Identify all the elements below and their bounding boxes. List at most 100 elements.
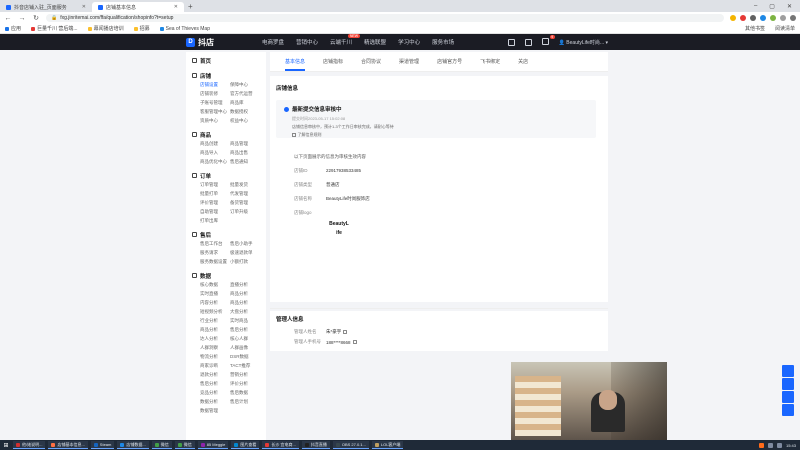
sidebar-item[interactable]: 店铺设置 xyxy=(200,82,230,88)
sidebar-item[interactable]: 行业分析 xyxy=(200,318,230,324)
minimize-icon[interactable]: – xyxy=(754,3,757,9)
sidebar-item[interactable]: 退款分析 xyxy=(200,372,230,378)
tray-icon[interactable] xyxy=(767,442,773,448)
sidebar-item[interactable]: TACT推荐 xyxy=(230,363,260,369)
taskbar-item[interactable]: 85 Meggie xyxy=(197,441,229,449)
sidebar-item[interactable]: 客服管理中心 xyxy=(200,109,230,115)
taskbar-item[interactable]: 长沙 宜电商... xyxy=(262,441,299,449)
main-tab[interactable]: 飞书绑定 xyxy=(471,52,509,72)
close-icon[interactable]: ✕ xyxy=(82,4,86,10)
main-tab[interactable]: 合同协议 xyxy=(352,52,390,72)
main-tab[interactable]: 店铺官方号 xyxy=(428,52,471,72)
url-input[interactable]: 🔒 fxg.jinritemai.com/ffa/qualification/s… xyxy=(46,14,724,22)
sidebar-item[interactable]: 评价管理 xyxy=(200,200,230,206)
taskbar-item[interactable]: 店铺基本信息... xyxy=(48,441,88,449)
menu-icon[interactable] xyxy=(790,15,796,21)
sidebar-item[interactable]: 内容分析 xyxy=(200,300,230,306)
sidebar-item[interactable]: 订单管理 xyxy=(200,182,230,188)
sidebar-item[interactable]: 极速退款单 xyxy=(230,250,260,256)
sidebar-item[interactable]: 服务请求 xyxy=(200,250,230,256)
taskbar-item[interactable]: 他/她说明... xyxy=(13,441,46,449)
review-rules-link[interactable]: 了解信息规则 xyxy=(292,132,588,138)
phone-icon[interactable] xyxy=(507,38,515,46)
forward-icon[interactable]: → xyxy=(18,15,26,22)
star-icon[interactable] xyxy=(730,15,736,21)
browser-tab-2[interactable]: 店铺基本信息 ✕ xyxy=(92,2,184,12)
reading-list[interactable]: 阅读清单 xyxy=(775,25,795,32)
sidebar-item[interactable]: 售后数据 xyxy=(230,390,260,396)
sidebar-item[interactable]: 售后小助手 xyxy=(230,241,260,247)
profile-icon[interactable] xyxy=(780,15,786,21)
main-tab[interactable]: 渠道管理 xyxy=(390,52,428,72)
back-icon[interactable]: ← xyxy=(4,15,12,22)
sidebar-item[interactable]: 服务数据设置 xyxy=(200,259,230,265)
sidebar-group-title[interactable]: 店铺 xyxy=(192,71,266,80)
sidebar-item[interactable]: 人群洞察 xyxy=(200,345,230,351)
sidebar-item[interactable]: 核心人群 xyxy=(230,336,260,342)
sidebar-item[interactable]: 数据管理 xyxy=(200,408,230,414)
ime-icon[interactable] xyxy=(758,442,764,448)
topnav-item[interactable]: 学习中心 xyxy=(398,38,420,46)
sidebar-item[interactable]: 售后分析 xyxy=(200,381,230,387)
sidebar-item[interactable]: 权益中心 xyxy=(230,118,260,124)
extension-icon[interactable] xyxy=(760,15,766,21)
message-button[interactable]: 9 xyxy=(541,34,555,47)
taskbar-item[interactable]: LOL客户端 xyxy=(371,441,404,449)
edit-icon[interactable] xyxy=(352,340,357,344)
sidebar-item[interactable]: 批量打单 xyxy=(200,191,230,197)
extension-icon[interactable] xyxy=(740,15,746,21)
taskbar-item[interactable]: 图片查看 xyxy=(231,441,260,449)
bookmark-item[interactable]: Sea of Thieves Map xyxy=(159,26,210,32)
topnav-item[interactable]: 服务市场 xyxy=(432,38,454,46)
browser-tab-1[interactable]: 抖音店铺入驻_页面服务 ✕ xyxy=(0,2,92,12)
sidebar-item[interactable]: 资质中心 xyxy=(200,118,230,124)
sidebar-item[interactable]: 大盘分析 xyxy=(230,309,260,315)
float-help-button[interactable] xyxy=(782,391,794,403)
sidebar-item[interactable]: 商品管理 xyxy=(230,141,260,147)
sidebar-item[interactable]: 商品出售 xyxy=(230,150,260,156)
sidebar-item[interactable]: 商品分析 xyxy=(200,327,230,333)
main-tab[interactable]: 关店 xyxy=(509,52,537,72)
topnav-item-qianchuan[interactable]: 云端千川 NEW xyxy=(330,34,361,46)
sidebar-group-title[interactable]: 售后 xyxy=(192,230,266,239)
sidebar-item[interactable]: 评价分析 xyxy=(230,381,260,387)
sidebar-item[interactable]: 备货管理 xyxy=(230,200,260,206)
sidebar-item[interactable]: 达人分析 xyxy=(200,336,230,342)
volume-icon[interactable] xyxy=(776,442,782,448)
windows-start-icon[interactable]: ⊞ xyxy=(2,441,10,449)
extension-icon[interactable] xyxy=(750,15,756,21)
sidebar-item[interactable]: DSR数据 xyxy=(230,354,260,360)
sidebar-item[interactable]: 商品分析 xyxy=(230,291,260,297)
taskbar-item[interactable]: Steam xyxy=(90,441,115,449)
sidebar-item[interactable]: 自助管理 xyxy=(200,209,230,215)
sidebar-item[interactable]: 物流分析 xyxy=(200,354,230,360)
sidebar-item[interactable]: 小额打款 xyxy=(230,259,260,265)
reload-icon[interactable]: ↻ xyxy=(32,14,40,22)
sidebar-item[interactable]: 商品分析 xyxy=(230,300,260,306)
sidebar-item[interactable]: 售后计划 xyxy=(230,399,260,405)
float-service-button[interactable] xyxy=(782,365,794,377)
main-tab[interactable]: 基本信息 xyxy=(276,52,314,72)
bookmark-item[interactable]: 幕闻播店培训 xyxy=(87,25,124,32)
sidebar-item[interactable]: 核心数据 xyxy=(200,282,230,288)
float-feedback-button[interactable] xyxy=(782,378,794,390)
sidebar-item[interactable]: 商品创建 xyxy=(200,141,230,147)
sidebar-item[interactable]: 竞品分析 xyxy=(200,390,230,396)
sidebar-item[interactable]: 营销分析 xyxy=(230,372,260,378)
sidebar-group-title[interactable]: 商品 xyxy=(192,130,266,139)
sidebar-item[interactable]: 子账号管理 xyxy=(200,100,230,106)
topnav-item[interactable]: 营销中心 xyxy=(296,38,318,46)
sidebar-item[interactable]: 官方代运营 xyxy=(230,91,260,97)
sidebar-group-title[interactable]: 数据 xyxy=(192,271,266,280)
sidebar-item[interactable]: 人群画像 xyxy=(230,345,260,351)
taskbar-item[interactable]: 微信 xyxy=(151,441,172,449)
bookmark-item[interactable]: 招募 xyxy=(133,25,150,32)
sidebar-item[interactable]: 实时商品 xyxy=(230,318,260,324)
user-menu[interactable]: 👤 BeautyLife时尚... ▾ xyxy=(559,39,608,46)
sidebar-item[interactable]: 数据授权 xyxy=(230,109,260,115)
sidebar-item[interactable]: 数据分析 xyxy=(200,399,230,405)
sidebar-item[interactable]: 直播分析 xyxy=(230,282,260,288)
new-tab-icon[interactable]: + xyxy=(184,2,197,12)
bookmark-apps[interactable]: 应用 xyxy=(5,25,21,32)
sidebar-item[interactable]: 售后通知 xyxy=(230,159,260,165)
